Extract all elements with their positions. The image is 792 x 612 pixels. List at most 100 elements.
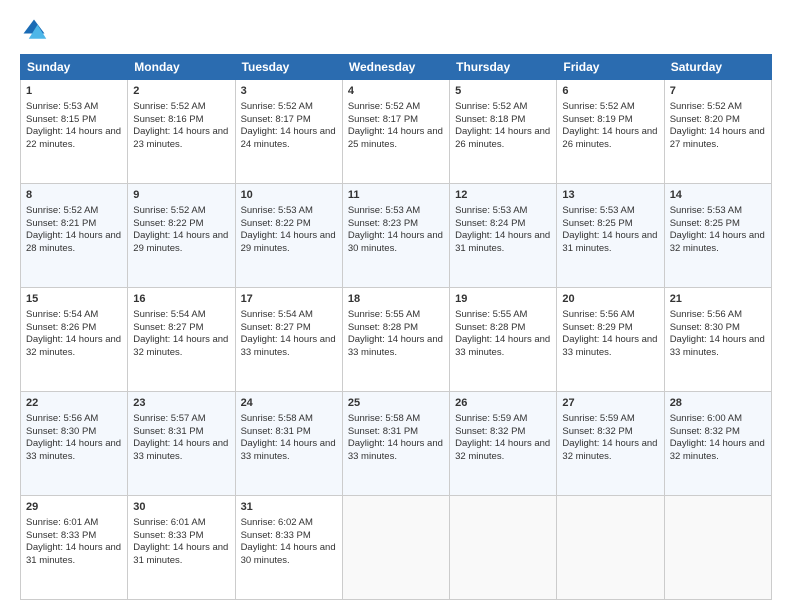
col-header-wednesday: Wednesday (342, 55, 449, 80)
daylight-label: Daylight: 14 hours and 30 minutes. (241, 542, 336, 566)
daylight-label: Daylight: 14 hours and 33 minutes. (133, 438, 228, 462)
sunrise-text: Sunrise: 5:52 AM (133, 205, 205, 216)
daylight-label: Daylight: 14 hours and 33 minutes. (670, 334, 765, 358)
calendar-cell: 4Sunrise: 5:52 AMSunset: 8:17 PMDaylight… (342, 80, 449, 184)
day-number: 22 (26, 396, 122, 411)
day-number: 8 (26, 188, 122, 203)
sunrise-text: Sunrise: 5:55 AM (455, 309, 527, 320)
calendar-cell: 28Sunrise: 6:00 AMSunset: 8:32 PMDayligh… (664, 392, 771, 496)
calendar-cell: 17Sunrise: 5:54 AMSunset: 8:27 PMDayligh… (235, 288, 342, 392)
sunset-text: Sunset: 8:33 PM (133, 530, 203, 541)
daylight-label: Daylight: 14 hours and 28 minutes. (26, 230, 121, 254)
sunrise-text: Sunrise: 5:53 AM (670, 205, 742, 216)
page: SundayMondayTuesdayWednesdayThursdayFrid… (0, 0, 792, 612)
sunset-text: Sunset: 8:28 PM (348, 322, 418, 333)
sunset-text: Sunset: 8:20 PM (670, 114, 740, 125)
day-number: 15 (26, 292, 122, 307)
sunrise-text: Sunrise: 6:01 AM (133, 517, 205, 528)
col-header-friday: Friday (557, 55, 664, 80)
sunrise-text: Sunrise: 6:02 AM (241, 517, 313, 528)
day-number: 19 (455, 292, 551, 307)
calendar-cell: 9Sunrise: 5:52 AMSunset: 8:22 PMDaylight… (128, 184, 235, 288)
calendar-cell: 25Sunrise: 5:58 AMSunset: 8:31 PMDayligh… (342, 392, 449, 496)
daylight-label: Daylight: 14 hours and 31 minutes. (133, 542, 228, 566)
sunrise-text: Sunrise: 5:53 AM (455, 205, 527, 216)
daylight-label: Daylight: 14 hours and 26 minutes. (562, 126, 657, 150)
sunset-text: Sunset: 8:33 PM (241, 530, 311, 541)
sunrise-text: Sunrise: 5:56 AM (562, 309, 634, 320)
day-number: 18 (348, 292, 444, 307)
calendar-week-row: 29Sunrise: 6:01 AMSunset: 8:33 PMDayligh… (21, 496, 772, 600)
calendar-cell: 30Sunrise: 6:01 AMSunset: 8:33 PMDayligh… (128, 496, 235, 600)
calendar-cell: 3 Sunrise: 5:52 AM Sunset: 8:17 PMDaylight… (235, 80, 342, 184)
sunset-text: Sunset: 8:17 PM (241, 114, 311, 125)
sunset-text: Sunset: 8:27 PM (133, 322, 203, 333)
calendar-cell: 24Sunrise: 5:58 AMSunset: 8:31 PMDayligh… (235, 392, 342, 496)
sunset-text: Sunset: 8:27 PM (241, 322, 311, 333)
calendar-cell: 2Sunrise: 5:52 AMSunset: 8:16 PMDaylight… (128, 80, 235, 184)
col-header-sunday: Sunday (21, 55, 128, 80)
daylight-label: Daylight: 14 hours and 31 minutes. (455, 230, 550, 254)
daylight-label: Daylight: 14 hours and 33 minutes. (26, 438, 121, 462)
calendar-cell: 6 Sunrise: 5:52 AM Sunset: 8:19 PMDaylight… (557, 80, 664, 184)
day-number: 28 (670, 396, 766, 411)
sunset-text: Sunset: 8:22 PM (241, 218, 311, 229)
day-number: 23 (133, 396, 229, 411)
sunrise-text: Sunrise: 5:52 AM (562, 101, 634, 112)
calendar-cell: 1Sunrise: 5:53 AMSunset: 8:15 PMDaylight… (21, 80, 128, 184)
day-number: 20 (562, 292, 658, 307)
sunrise-text: Sunrise: 5:53 AM (26, 101, 98, 112)
day-number: 11 (348, 188, 444, 203)
day-number: 9 (133, 188, 229, 203)
day-number: 1 (26, 84, 122, 99)
calendar-cell: 21Sunrise: 5:56 AMSunset: 8:30 PMDayligh… (664, 288, 771, 392)
day-number: 16 (133, 292, 229, 307)
sunset-text: Sunset: 8:31 PM (348, 426, 418, 437)
calendar-cell: 14Sunrise: 5:53 AMSunset: 8:25 PMDayligh… (664, 184, 771, 288)
header (20, 16, 772, 44)
sunset-text: Sunset: 8:32 PM (455, 426, 525, 437)
day-number: 6 (562, 84, 658, 99)
day-number: 12 (455, 188, 551, 203)
day-number: 2 (133, 84, 229, 99)
daylight-label: Daylight: 14 hours and 33 minutes. (562, 334, 657, 358)
daylight-label: Daylight: 14 hours and 30 minutes. (348, 230, 443, 254)
calendar-cell: 18Sunrise: 5:55 AMSunset: 8:28 PMDayligh… (342, 288, 449, 392)
sunrise-text: Sunrise: 5:52 AM (670, 101, 742, 112)
sunset-text: Sunset: 8:19 PM (562, 114, 632, 125)
calendar-week-row: 22Sunrise: 5:56 AMSunset: 8:30 PMDayligh… (21, 392, 772, 496)
sunrise-text: Sunrise: 5:56 AM (670, 309, 742, 320)
sunrise-text: Sunrise: 5:55 AM (348, 309, 420, 320)
daylight-label: Daylight: 14 hours and 24 minutes. (241, 126, 336, 150)
daylight-label: Daylight: 14 hours and 33 minutes. (241, 438, 336, 462)
sunset-text: Sunset: 8:24 PM (455, 218, 525, 229)
sunrise-text: Sunrise: 5:52 AM (455, 101, 527, 112)
calendar-cell: 29Sunrise: 6:01 AMSunset: 8:33 PMDayligh… (21, 496, 128, 600)
calendar-table: SundayMondayTuesdayWednesdayThursdayFrid… (20, 54, 772, 600)
sunrise-text: Sunrise: 5:52 AM (241, 101, 313, 112)
daylight-label: Daylight: 14 hours and 32 minutes. (670, 438, 765, 462)
day-number: 4 (348, 84, 444, 99)
calendar-cell: 13Sunrise: 5:53 AMSunset: 8:25 PMDayligh… (557, 184, 664, 288)
day-number: 10 (241, 188, 337, 203)
sunset-text: Sunset: 8:22 PM (133, 218, 203, 229)
col-header-tuesday: Tuesday (235, 55, 342, 80)
calendar-week-row: 1Sunrise: 5:53 AMSunset: 8:15 PMDaylight… (21, 80, 772, 184)
daylight-label: Daylight: 14 hours and 32 minutes. (26, 334, 121, 358)
calendar-cell (664, 496, 771, 600)
sunrise-text: Sunrise: 5:58 AM (241, 413, 313, 424)
sunrise-text: Sunrise: 5:54 AM (133, 309, 205, 320)
calendar-cell: 26Sunrise: 5:59 AMSunset: 8:32 PMDayligh… (450, 392, 557, 496)
daylight-label: Daylight: 14 hours and 32 minutes. (133, 334, 228, 358)
sunrise-text: Sunrise: 5:52 AM (26, 205, 98, 216)
daylight-label: Daylight: 14 hours and 33 minutes. (348, 438, 443, 462)
day-number: 21 (670, 292, 766, 307)
day-number: 5 (455, 84, 551, 99)
daylight-label: Daylight: 14 hours and 31 minutes. (562, 230, 657, 254)
day-number: 3 (241, 84, 337, 99)
calendar-cell: 12 Sunrise: 5:53 AM Sunset: 8:24 PMDayligh… (450, 184, 557, 288)
sunrise-text: Sunrise: 6:00 AM (670, 413, 742, 424)
sunrise-text: Sunrise: 5:53 AM (241, 205, 313, 216)
calendar-cell: 7Sunrise: 5:52 AMSunset: 8:20 PMDaylight… (664, 80, 771, 184)
sunset-text: Sunset: 8:29 PM (562, 322, 632, 333)
